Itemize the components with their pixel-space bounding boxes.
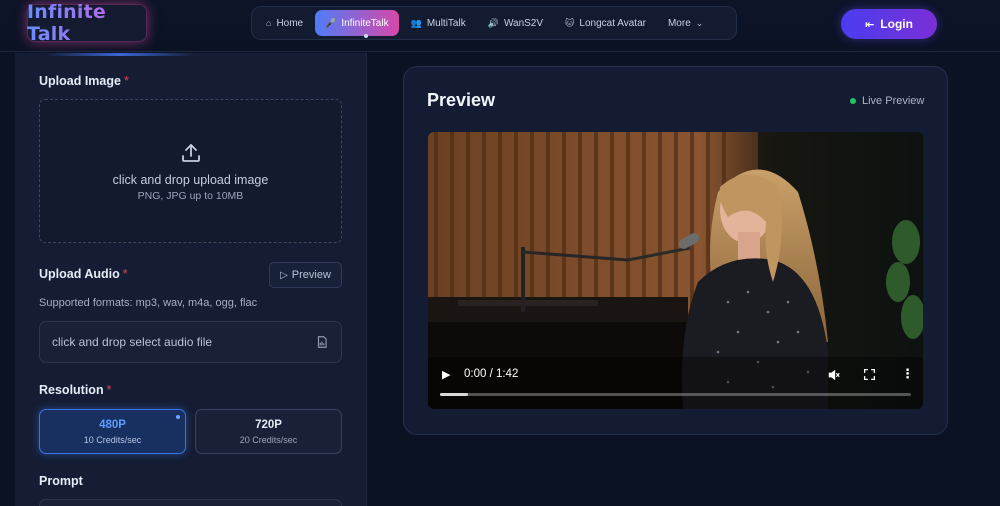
audio-file-input[interactable]: click and drop select audio file: [39, 321, 342, 363]
resolution-option-480p[interactable]: 480P 10 Credits/sec: [39, 409, 186, 454]
progress-track[interactable]: [440, 393, 911, 396]
selected-indicator: [176, 415, 180, 419]
fullscreen-icon[interactable]: [863, 368, 876, 381]
resolution-label: Resolution *: [39, 383, 111, 397]
preview-button-label: Preview: [291, 269, 331, 281]
resolution-credits: 10 Credits/sec: [83, 434, 142, 445]
dropzone-hint: PNG, JPG up to 10MB: [137, 189, 244, 202]
panel-glow: [45, 53, 195, 56]
nav-item-label: WanS2V: [503, 17, 544, 29]
live-preview-label: Live Preview: [862, 95, 925, 107]
main-nav: ⌂ Home 🎤 InfiniteTalk 👥 MultiTalk 🔊 WanS…: [251, 6, 737, 40]
upload-image-label: Upload Image *: [39, 74, 129, 88]
nav-item-label: InfiniteTalk: [341, 17, 389, 29]
preview-title: Preview: [427, 90, 496, 110]
upload-image-label-text: Upload Image: [39, 74, 121, 88]
play-icon[interactable]: ▶: [442, 368, 450, 381]
resolution-credits: 20 Credits/sec: [239, 434, 298, 445]
upload-audio-label: Upload Audio *: [39, 267, 128, 281]
required-mark: *: [123, 74, 129, 88]
prompt-label: Prompt: [39, 474, 83, 488]
login-label: Login: [880, 17, 913, 31]
file-audio-icon: [317, 336, 327, 348]
active-nav-indicator: [364, 34, 368, 38]
nav-item-wans2v[interactable]: 🔊 WanS2V: [478, 10, 553, 36]
nav-item-label: More: [667, 17, 691, 29]
required-mark: *: [122, 267, 128, 281]
audio-preview-button[interactable]: ▷ Preview: [269, 262, 342, 288]
microphone-icon: 🎤: [325, 17, 337, 28]
top-header: Infinite Talk ⌂ Home 🎤 InfiniteTalk 👥 Mu…: [0, 0, 1000, 52]
nav-item-label: Longcat Avatar: [579, 17, 646, 29]
progress-fill: [440, 393, 469, 396]
upload-audio-label-text: Upload Audio: [39, 267, 120, 281]
resolution-title: 480P: [99, 418, 126, 431]
nav-item-multitalk[interactable]: 👥 MultiTalk: [401, 10, 476, 36]
upload-icon: [181, 143, 200, 162]
nav-item-label: MultiTalk: [426, 17, 466, 29]
video-controls: ▶ 0:00 / 1:42 ⋮: [428, 362, 923, 409]
chevron-down-icon: ⌄: [695, 17, 704, 28]
nav-item-label: Home: [276, 17, 304, 29]
more-options-icon[interactable]: ⋮: [901, 366, 914, 382]
live-status-dot: [850, 98, 856, 104]
login-icon: ⇤: [865, 18, 875, 31]
prompt-input[interactable]: [39, 499, 342, 506]
speaker-icon: 🔊: [487, 17, 499, 28]
home-icon: ⌂: [266, 18, 272, 28]
brand-logo[interactable]: Infinite Talk: [27, 1, 147, 45]
required-mark: *: [106, 383, 112, 397]
image-dropzone[interactable]: click and drop upload image PNG, JPG up …: [39, 99, 342, 243]
nav-item-longcat-avatar[interactable]: 🐱 Longcat Avatar: [555, 10, 656, 36]
nav-item-infinitetalk[interactable]: 🎤 InfiniteTalk: [315, 10, 399, 36]
dropzone-text: click and drop upload image: [112, 172, 269, 187]
play-outline-icon: ▷: [280, 269, 288, 281]
nav-item-home[interactable]: ⌂ Home: [256, 10, 313, 36]
resolution-label-text: Resolution: [39, 383, 104, 397]
brand-name: Infinite Talk: [27, 1, 147, 45]
live-preview-indicator: Live Preview: [850, 95, 924, 107]
people-icon: 👥: [410, 17, 422, 28]
audio-formats-hint: Supported formats: mp3, wav, m4a, ogg, f…: [39, 297, 258, 309]
video-time: 0:00 / 1:42: [464, 368, 519, 380]
login-button[interactable]: ⇤ Login: [841, 9, 937, 39]
nav-item-more[interactable]: More ⌄: [658, 10, 713, 36]
mute-icon[interactable]: [827, 368, 841, 382]
resolution-option-720p[interactable]: 720P 20 Credits/sec: [195, 409, 342, 454]
resolution-title: 720P: [255, 418, 282, 431]
audio-input-text: click and drop select audio file: [52, 335, 213, 349]
cat-icon: 🐱: [565, 17, 575, 28]
